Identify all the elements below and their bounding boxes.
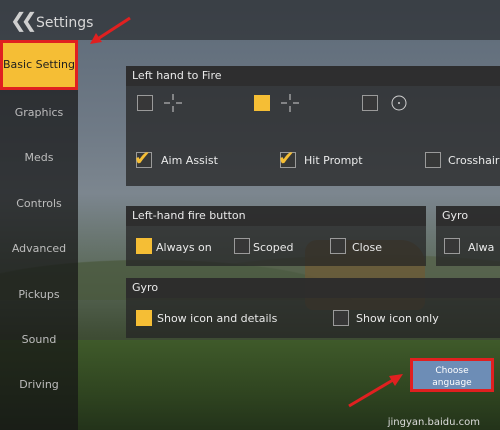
- show-icon-only-label: Show icon only: [356, 312, 439, 325]
- scoped-label: Scoped: [253, 241, 294, 254]
- always-on-label: Always on: [156, 241, 212, 254]
- always-on-checkbox[interactable]: [136, 238, 152, 254]
- crosshair-option-3-checkbox[interactable]: [362, 95, 378, 111]
- page-title: Settings: [36, 15, 94, 31]
- crosshair-circle-icon: [391, 95, 407, 111]
- crosshair-toggle-label: Crosshair: [448, 154, 500, 167]
- show-icon-details-label: Show icon and details: [157, 312, 278, 325]
- crosshair-plus-icon: [281, 94, 299, 112]
- annotation-arrow-icon: [90, 16, 131, 44]
- show-icon-details-checkbox[interactable]: [136, 310, 152, 326]
- close-checkbox[interactable]: [330, 238, 346, 254]
- choose-language-button[interactable]: Choose anguage: [410, 358, 494, 392]
- sidebar-item-controls[interactable]: Controls: [0, 184, 78, 224]
- choose-language-line1: Choose: [435, 366, 469, 376]
- hit-prompt-label: Hit Prompt: [304, 154, 363, 167]
- gyro-small-title: Gyro: [436, 206, 500, 226]
- close-label: Close: [352, 241, 382, 254]
- sidebar-item-pickups[interactable]: Pickups: [0, 275, 78, 315]
- aim-assist-label: Aim Assist: [161, 154, 218, 167]
- gyro-always-label: Alwa: [468, 241, 495, 254]
- crosshair-toggle-checkbox[interactable]: [425, 152, 441, 168]
- sidebar-item-graphics[interactable]: Graphics: [0, 93, 78, 133]
- watermark: jingyan.baidu.com: [387, 417, 480, 428]
- checkmark-icon: ✔: [134, 146, 151, 170]
- sidebar-item-driving[interactable]: Driving: [0, 365, 78, 405]
- left-hand-fire-title: Left hand to Fire: [126, 66, 500, 86]
- checkmark-icon: ✔: [278, 146, 295, 170]
- choose-language-line2: anguage: [432, 378, 472, 388]
- scoped-checkbox[interactable]: [234, 238, 250, 254]
- top-bar: ❮❮ Settings: [0, 0, 500, 40]
- sidebar-item-meds[interactable]: Meds: [0, 138, 78, 178]
- gyro-always-checkbox[interactable]: [444, 238, 460, 254]
- annotation-arrow-icon: [348, 374, 403, 408]
- left-hand-fire-button-title: Left-hand fire button: [126, 206, 426, 226]
- back-chevron-icon[interactable]: ❮❮: [10, 8, 37, 32]
- gyro-title: Gyro: [126, 278, 500, 298]
- sidebar-item-sound[interactable]: Sound: [0, 320, 78, 360]
- sidebar-item-basic-setting[interactable]: Basic Setting: [0, 40, 78, 90]
- crosshair-option-2-checkbox[interactable]: [254, 95, 270, 111]
- crosshair-plus-icon: [164, 94, 182, 112]
- crosshair-option-1-checkbox[interactable]: [137, 95, 153, 111]
- sidebar-item-advanced[interactable]: Advanced: [0, 229, 78, 269]
- show-icon-only-checkbox[interactable]: [333, 310, 349, 326]
